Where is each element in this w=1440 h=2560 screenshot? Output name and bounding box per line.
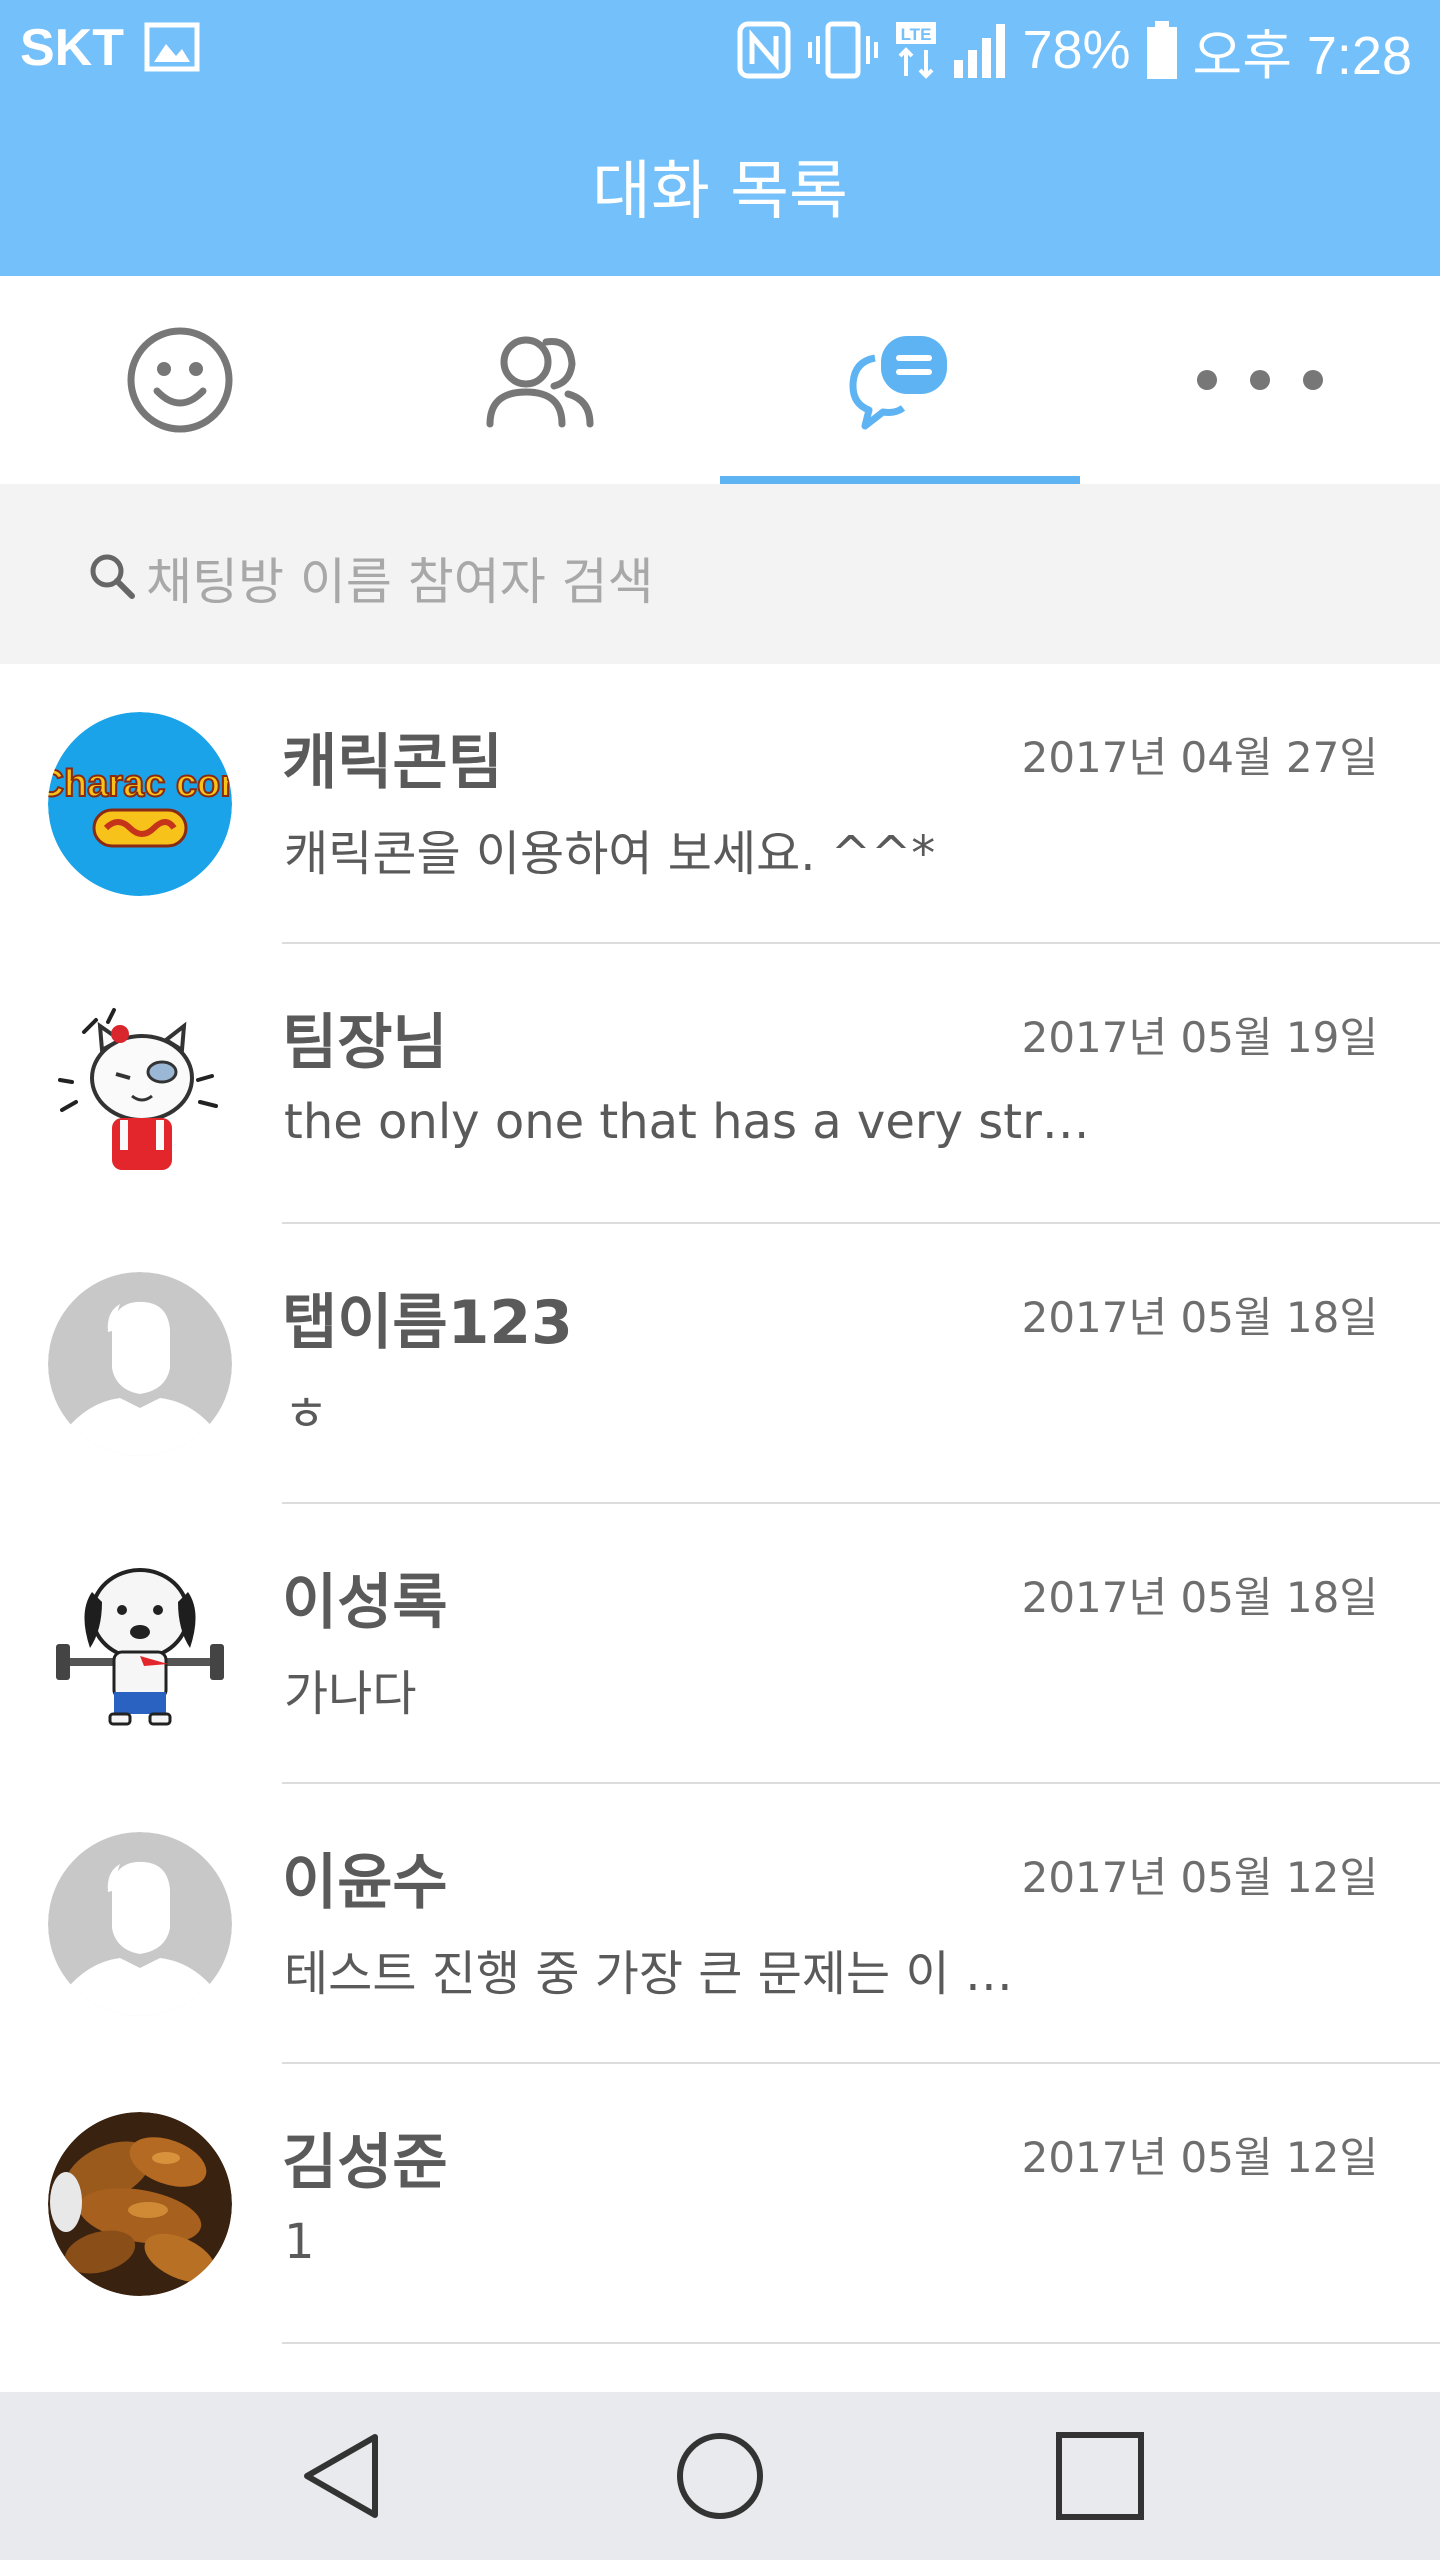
smiley-icon (127, 327, 233, 433)
recents-button[interactable] (1040, 2416, 1160, 2536)
signal-icon (954, 24, 1006, 78)
active-tab-indicator (720, 476, 1080, 484)
vibrate-icon (808, 21, 879, 79)
search-icon (90, 554, 135, 599)
home-icon (677, 2433, 763, 2519)
chat-date: 2017년 05월 18일 (1021, 1573, 1378, 1622)
chat-name: 팀장님 (282, 1008, 448, 1078)
system-nav-bar (0, 2392, 1440, 2560)
chat-icon (849, 336, 947, 430)
back-icon (304, 2434, 378, 2518)
svg-text:LTE: LTE (901, 25, 932, 44)
page-title: 대화 목록 (592, 155, 848, 229)
chat-last-message: 가나다 (284, 1666, 417, 1722)
status-bar: SKT LTE 78% 오후 7:28 (0, 0, 1440, 100)
chat-name: 김성준 (282, 2128, 448, 2198)
svg-text:Charac con: Charac con (48, 763, 232, 805)
default-avatar (48, 1832, 232, 2016)
chat-date: 2017년 05월 19일 (1021, 1013, 1378, 1062)
chat-name: 캐릭콘팀 (282, 728, 503, 798)
chat-date: 2017년 05월 18일 (1021, 1293, 1378, 1342)
row-divider (282, 2342, 1440, 2344)
chat-last-message: the only one that has a very str… (284, 1094, 1084, 1150)
chat-date: 2017년 04월 27일 (1021, 733, 1378, 782)
chat-list: Charac con 캐릭콘팀 2017년 04월 27일 캐릭콘을 이용하여 … (0, 664, 1440, 2344)
food-photo (48, 2112, 232, 2296)
dog-sticker (48, 1552, 232, 1736)
chat-last-message: 테스트 진행 중 가장 큰 문제는 이 … (284, 1946, 1013, 2002)
search-placeholder: 채팅방 이름 참여자 검색 (146, 553, 654, 611)
friends-icon (486, 336, 594, 428)
chat-row[interactable]: 탭이름123 2017년 05월 18일 ㅎ (0, 1224, 1440, 1504)
app-header: SKT LTE 78% 오후 7:28 대화 목록 (0, 0, 1440, 276)
tab-more[interactable] (1080, 276, 1440, 484)
carrier-label: SKT (20, 19, 124, 77)
default-avatar (48, 1272, 232, 1456)
chat-last-message: 캐릭콘을 이용하여 보세요. ^^* (284, 826, 936, 882)
recents-icon (1056, 2432, 1144, 2520)
tab-chats[interactable] (720, 276, 1080, 484)
chat-row[interactable]: 이윤수 2017년 05월 12일 테스트 진행 중 가장 큰 문제는 이 … (0, 1784, 1440, 2064)
chat-name: 탭이름123 (282, 1288, 573, 1358)
tab-bar (0, 276, 1440, 484)
status-icons: LTE 78% 오후 7:28 (736, 14, 1412, 86)
nfc-icon (737, 21, 791, 79)
image-icon (144, 22, 200, 72)
search-bar[interactable]: 채팅방 이름 참여자 검색 (0, 484, 1440, 664)
tab-emoticons[interactable] (0, 276, 360, 484)
tab-friends[interactable] (360, 276, 720, 484)
cat-sticker (48, 992, 232, 1176)
chat-row[interactable]: 팀장님 2017년 05월 19일 the only one that has … (0, 944, 1440, 1224)
chat-last-message: ㅎ (284, 1386, 329, 1442)
clock: 오후 7:28 (1192, 25, 1412, 86)
battery-percent: 78% (1022, 20, 1131, 80)
more-icon (1197, 370, 1323, 390)
lte-icon: LTE (896, 22, 937, 79)
chat-row[interactable]: 이성록 2017년 05월 18일 가나다 (0, 1504, 1440, 1784)
chat-date: 2017년 05월 12일 (1021, 1853, 1378, 1902)
chat-name: 이성록 (282, 1568, 448, 1638)
back-button[interactable] (282, 2416, 402, 2536)
chat-last-message: 1 (284, 2214, 315, 2270)
battery-icon (1146, 21, 1177, 79)
characcon-logo: Charac con (48, 712, 232, 896)
chat-date: 2017년 05월 12일 (1021, 2133, 1378, 2182)
chat-row[interactable]: Charac con 캐릭콘팀 2017년 04월 27일 캐릭콘을 이용하여 … (0, 664, 1440, 944)
chat-name: 이윤수 (282, 1848, 448, 1918)
home-button[interactable] (660, 2416, 780, 2536)
chat-row[interactable]: 김성준 2017년 05월 12일 1 (0, 2064, 1440, 2344)
